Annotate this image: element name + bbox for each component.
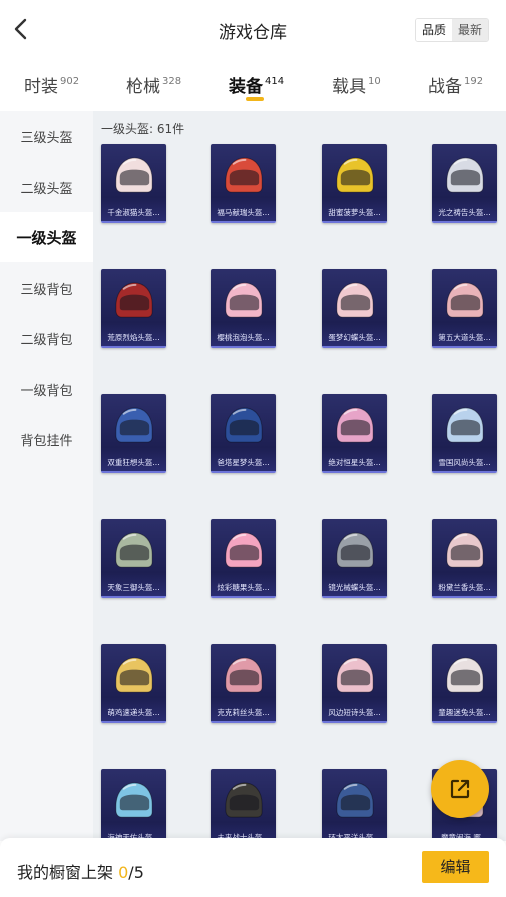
helmet-icon bbox=[225, 532, 263, 568]
helmet-icon bbox=[225, 282, 263, 318]
helmet-item-card[interactable]: 炫彩糖果头盔... bbox=[211, 519, 276, 598]
helmet-item-card[interactable]: 海神天佑头盔... bbox=[101, 769, 166, 841]
sidebar-item-level1-backpack[interactable]: 一级背包 bbox=[0, 364, 93, 414]
helmet-item-name: 樱桃泡泡头盔... bbox=[217, 333, 270, 342]
header: 游戏仓库 品质 最新 bbox=[0, 0, 506, 60]
item-count-label: 一级头盔: 61件 bbox=[101, 122, 185, 136]
sidebar-item-backpack-charm[interactable]: 背包挂件 bbox=[0, 414, 93, 464]
helmet-icon bbox=[225, 157, 263, 193]
shelf-total: /5 bbox=[128, 863, 144, 882]
sort-newest-button[interactable]: 最新 bbox=[452, 19, 488, 41]
helmet-icon bbox=[446, 282, 484, 318]
helmet-item-card[interactable]: 环太平洋头盔... bbox=[322, 769, 387, 841]
helmet-item-name: 炫彩糖果头盔... bbox=[217, 583, 270, 592]
helmet-item-card[interactable]: 蛋梦幻蝶头盔... bbox=[322, 269, 387, 348]
item-grid: 一级头盔: 61件 千金淑猫头盔... 福马献瑞头盔... 甜蜜菠萝头盔... 光之祷… bbox=[93, 111, 506, 841]
helmet-icon bbox=[225, 407, 263, 443]
helmet-item-card[interactable]: 甜蜜菠萝头盔... bbox=[322, 144, 387, 223]
shelf-label: 我的橱窗上架 bbox=[17, 863, 114, 882]
helmet-item-name: 双重狂想头盔... bbox=[107, 458, 160, 467]
share-button[interactable] bbox=[431, 760, 489, 818]
helmet-item-card[interactable]: 粉黛兰香头盔... bbox=[432, 519, 497, 598]
active-tab-indicator bbox=[246, 97, 264, 101]
helmet-item-card[interactable]: 樱桃泡泡头盔... bbox=[211, 269, 276, 348]
helmet-item-card[interactable]: 克克莉丝头盔... bbox=[211, 644, 276, 723]
tab-firearms[interactable]: 枪械 328 bbox=[126, 72, 181, 97]
helmet-icon bbox=[115, 407, 153, 443]
helmet-item-name: 蛋梦幻蝶头盔... bbox=[328, 333, 381, 342]
shelf-status: 我的橱窗上架 0/5 bbox=[17, 859, 144, 883]
helmet-item-card[interactable]: 萌鸡速递头盔... bbox=[101, 644, 166, 723]
helmet-icon bbox=[336, 157, 374, 193]
helmet-item-card[interactable]: 光之祷告头盔... bbox=[432, 144, 497, 223]
helmet-item-name: 福马献瑞头盔... bbox=[217, 208, 270, 217]
helmet-item-name: 爸塔星梦头盔... bbox=[217, 458, 270, 467]
helmet-icon bbox=[225, 657, 263, 693]
shelf-current-count: 0 bbox=[118, 863, 129, 882]
helmet-item-name: 绝对恒星头盔... bbox=[328, 458, 381, 467]
helmet-item-name: 荒原烈焰头盔... bbox=[107, 333, 160, 342]
helmet-icon bbox=[115, 157, 153, 193]
helmet-item-name: 光之祷告头盔... bbox=[438, 208, 491, 217]
helmet-item-card[interactable]: 天象三御头盔... bbox=[101, 519, 166, 598]
helmet-icon bbox=[225, 782, 263, 818]
helmet-item-name: 甜蜜菠萝头盔... bbox=[328, 208, 381, 217]
helmet-item-card[interactable]: 爸塔星梦头盔... bbox=[211, 394, 276, 473]
helmet-icon bbox=[336, 407, 374, 443]
category-tabs: 时装 902 枪械 328 装备 414 载具 10 战备 192 bbox=[0, 64, 506, 108]
helmet-item-card[interactable]: 未来战士头盔... bbox=[211, 769, 276, 841]
helmet-item-name: 千金淑猫头盔... bbox=[107, 208, 160, 217]
tab-equipment[interactable]: 装备 414 bbox=[229, 72, 284, 97]
helmet-item-card[interactable]: 第五大道头盔... bbox=[432, 269, 497, 348]
sidebar: 三级头盔 二级头盔 一级头盔 三级背包 二级背包 一级背包 背包挂件 bbox=[0, 111, 93, 841]
helmet-icon bbox=[446, 532, 484, 568]
helmet-item-card[interactable]: 千金淑猫头盔... bbox=[101, 144, 166, 223]
helmet-icon bbox=[336, 282, 374, 318]
sidebar-item-level2-backpack[interactable]: 二级背包 bbox=[0, 313, 93, 363]
helmet-item-card[interactable]: 童趣迷兔头盔... bbox=[432, 644, 497, 723]
helmet-item-name: 粉黛兰香头盔... bbox=[438, 583, 491, 592]
helmet-icon bbox=[446, 157, 484, 193]
helmet-item-name: 克克莉丝头盔... bbox=[217, 708, 270, 717]
helmet-icon bbox=[115, 282, 153, 318]
sort-quality-button[interactable]: 品质 bbox=[416, 19, 452, 41]
helmet-icon bbox=[446, 407, 484, 443]
helmet-item-name: 雪国风尚头盔... bbox=[438, 458, 491, 467]
helmet-icon bbox=[446, 657, 484, 693]
sidebar-item-level3-backpack[interactable]: 三级背包 bbox=[0, 263, 93, 313]
sidebar-item-level1-helmet[interactable]: 一级头盔 bbox=[0, 212, 93, 262]
helmet-item-name: 风边短诗头盔... bbox=[328, 708, 381, 717]
helmet-icon bbox=[115, 657, 153, 693]
helmet-item-card[interactable]: 绝对恒星头盔... bbox=[322, 394, 387, 473]
helmet-icon bbox=[336, 657, 374, 693]
helmet-item-name: 镜光械蝶头盔... bbox=[328, 583, 381, 592]
helmet-item-card[interactable]: 福马献瑞头盔... bbox=[211, 144, 276, 223]
helmet-item-card[interactable]: 荒原烈焰头盔... bbox=[101, 269, 166, 348]
sidebar-item-level2-helmet[interactable]: 二级头盔 bbox=[0, 162, 93, 212]
helmet-item-card[interactable]: 风边短诗头盔... bbox=[322, 644, 387, 723]
helmet-icon bbox=[336, 532, 374, 568]
helmet-item-name: 萌鸡速递头盔... bbox=[107, 708, 160, 717]
tab-vehicles[interactable]: 载具 10 bbox=[332, 72, 381, 97]
tab-fashion[interactable]: 时装 902 bbox=[24, 72, 79, 97]
helmet-icon bbox=[115, 782, 153, 818]
share-external-icon bbox=[450, 779, 470, 799]
sidebar-item-level3-helmet[interactable]: 三级头盔 bbox=[0, 111, 93, 161]
helmet-item-card[interactable]: 双重狂想头盔... bbox=[101, 394, 166, 473]
edit-button[interactable]: 编辑 bbox=[422, 851, 489, 883]
helmet-item-name: 童趣迷兔头盔... bbox=[438, 708, 491, 717]
helmet-item-card[interactable]: 镜光械蝶头盔... bbox=[322, 519, 387, 598]
helmet-icon bbox=[115, 532, 153, 568]
helmet-icon bbox=[336, 782, 374, 818]
sort-toggle: 品质 最新 bbox=[415, 18, 489, 42]
helmet-item-name: 天象三御头盔... bbox=[107, 583, 160, 592]
helmet-item-name: 第五大道头盔... bbox=[438, 333, 491, 342]
tab-supplies[interactable]: 战备 192 bbox=[428, 72, 483, 97]
helmet-item-card[interactable]: 雪国风尚头盔... bbox=[432, 394, 497, 473]
bottom-bar: 我的橱窗上架 0/5 编辑 bbox=[0, 838, 506, 897]
